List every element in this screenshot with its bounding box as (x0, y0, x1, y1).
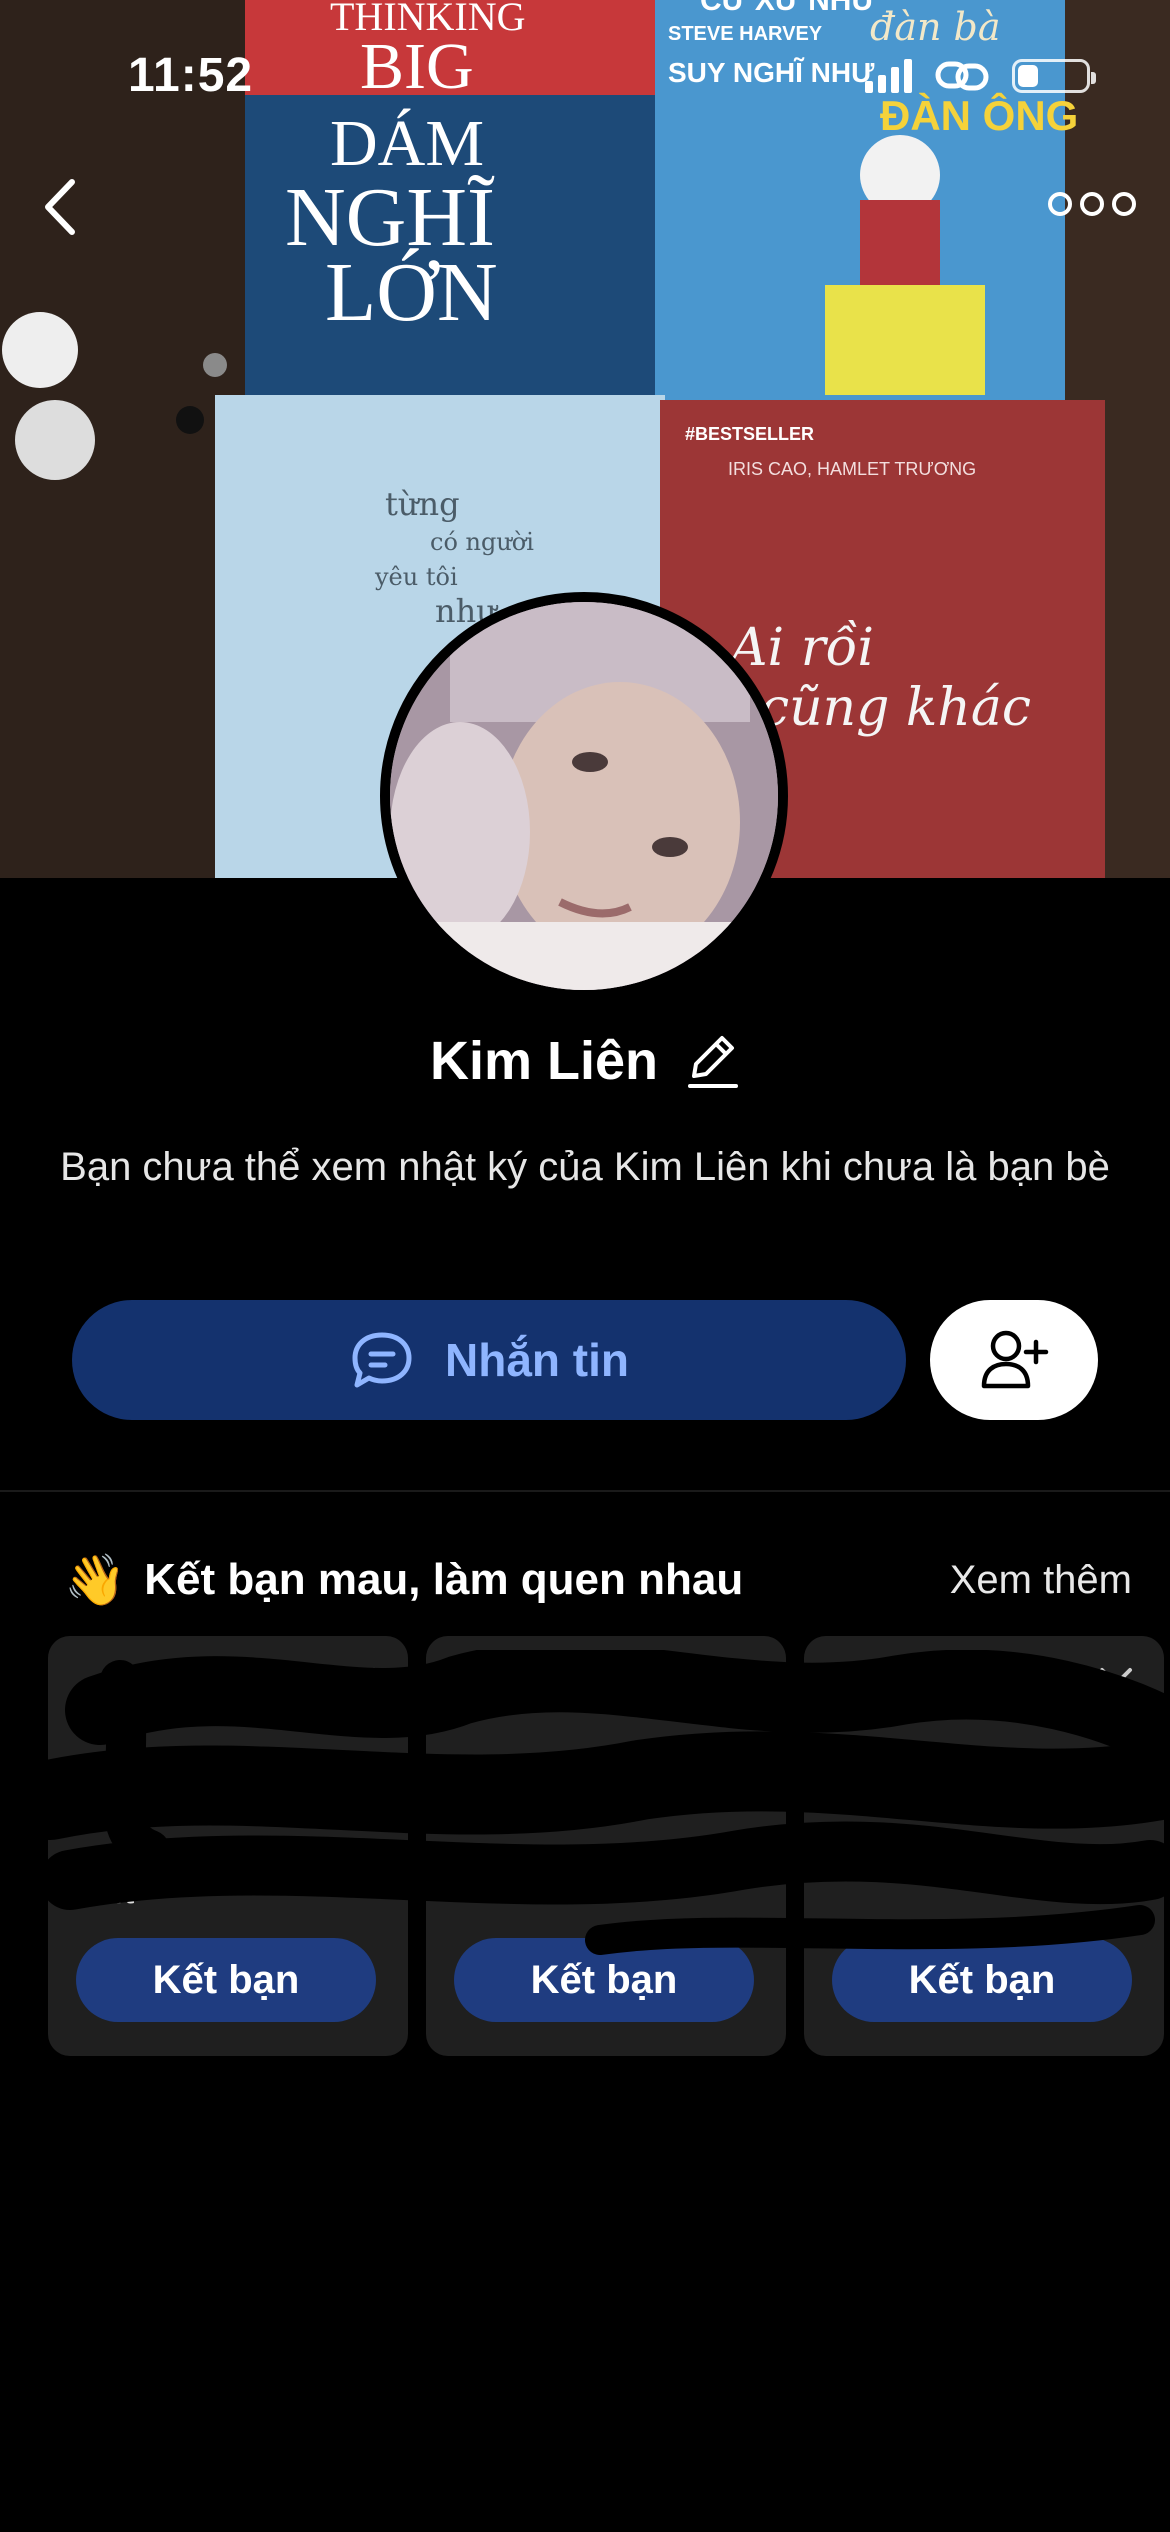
cover-book3-line2: có người (430, 528, 534, 556)
suggestion-cards: Nut Kết bạn Kết bạn Kết bạn (48, 1636, 1164, 2056)
signal-icon (865, 59, 912, 93)
message-button-label: Nhắn tin (445, 1334, 629, 1386)
divider (0, 1490, 1170, 1492)
add-friend-card-button[interactable]: Kết bạn (76, 1938, 376, 2022)
add-friend-card-button[interactable]: Kết bạn (454, 1938, 754, 2022)
status-icons (865, 56, 1096, 96)
back-button[interactable] (36, 172, 92, 242)
add-friend-card-button[interactable]: Kết bạn (832, 1938, 1132, 2022)
privacy-notice: Bạn chưa thể xem nhật ký của Kim Liên kh… (60, 1145, 1110, 1189)
suggestion-card[interactable]: Kết bạn (426, 1636, 786, 2056)
cover-book4-line1: #BESTSELLER (685, 424, 814, 444)
battery-level (1018, 65, 1038, 87)
status-time: 11:52 (128, 49, 254, 102)
cover-book3-line1: từng (385, 485, 460, 523)
avatar[interactable] (380, 592, 788, 1000)
close-icon[interactable] (1096, 1664, 1136, 1704)
cover-book4-line4: cũng khác (760, 678, 1031, 738)
cover-book4-line2: IRIS CAO, HAMLET TRƯƠNG (728, 459, 976, 479)
suggestion-card[interactable]: Nut Kết bạn (48, 1636, 408, 2056)
close-icon[interactable] (340, 1664, 380, 1704)
cover-book2-line4: SUY NGHĨ NHƯ (668, 57, 875, 88)
suggestion-card[interactable]: Kết bạn (804, 1636, 1164, 2056)
chevron-left-icon (45, 179, 75, 235)
waving-hand-icon: 👋 (64, 1552, 127, 1608)
chat-bubble-icon (352, 1332, 412, 1388)
cover-book1-line3: DÁM (330, 107, 484, 180)
cover-book3-line3: yêu tôi (374, 563, 458, 591)
pencil-edit-icon[interactable] (684, 1030, 740, 1092)
cover-book1-line2: BIG (360, 30, 474, 103)
cover-book2-line2: STEVE HARVEY (668, 23, 823, 45)
link-icon (935, 61, 989, 91)
cover-book2-line3: đàn bà (870, 5, 1001, 49)
more-options-button[interactable] (1042, 180, 1142, 228)
more-dots-icon (1048, 192, 1072, 216)
message-button[interactable]: Nhắn tin (72, 1300, 906, 1420)
add-user-icon (981, 1330, 1049, 1389)
battery-icon (1012, 59, 1096, 93)
profile-name-row: Kim Liên (0, 1030, 1170, 1092)
cover-book2-line5: ĐÀN ÔNG (880, 91, 1078, 139)
cover-book2-line1: CỨ XỬ NHƯ (700, 0, 876, 17)
cover-book4-line3: Ai rồi (726, 618, 874, 678)
suggestions-title: Kết bạn mau, làm quen nhau (144, 1555, 744, 1604)
suggestions-header: 👋 Kết bạn mau, làm quen nhau (64, 1555, 743, 1605)
see-more-link[interactable]: Xem thêm (950, 1558, 1132, 1603)
profile-name: Kim Liên (429, 1031, 659, 1091)
close-icon[interactable] (718, 1664, 758, 1704)
suggestion-name: Nut (72, 1868, 135, 1912)
add-friend-button[interactable] (930, 1300, 1098, 1420)
cover-book1-line5: LỚN (325, 246, 498, 339)
